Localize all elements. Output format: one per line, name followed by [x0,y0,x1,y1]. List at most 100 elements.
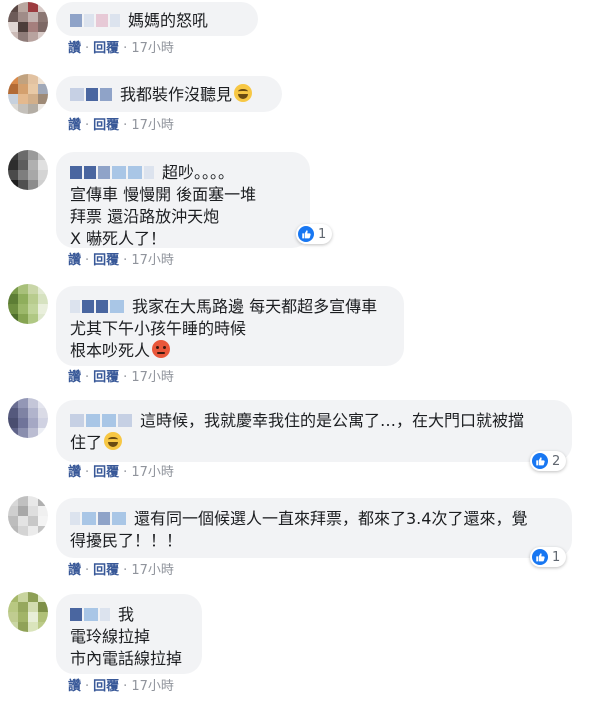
commenter-name-redacted[interactable] [70,508,128,527]
avatar-pixel [8,160,18,170]
like-button[interactable]: 讚 [68,370,81,385]
timestamp[interactable]: 17小時 [131,465,174,480]
avatar-pixel [28,428,38,438]
avatar-pixel [28,12,38,22]
redaction-block [86,414,100,427]
commenter-avatar[interactable] [8,284,48,324]
avatar-pixel [28,84,38,94]
timestamp[interactable]: 17小時 [131,679,174,694]
comment-line: 拜票 還沿路放沖天炮 [70,205,296,227]
avatar-pixel [18,398,28,408]
avatar-pixel [8,170,18,180]
avatar-pixel [28,94,38,104]
like-button[interactable]: 讚 [68,41,81,56]
avatar-pixel [18,428,28,438]
like-button[interactable]: 讚 [68,563,81,578]
commenter-avatar[interactable] [8,74,48,114]
timestamp[interactable]: 17小時 [131,118,174,133]
reaction-badge[interactable]: 2 [530,451,567,471]
reply-button[interactable]: 回覆 [93,465,119,480]
avatar-pixel [38,104,48,114]
timestamp[interactable]: 17小時 [131,41,174,56]
commenter-name-redacted[interactable] [70,296,126,315]
reaction-count: 1 [318,226,327,242]
avatar-pixel [28,294,38,304]
avatar-pixel [38,284,48,294]
reply-button[interactable]: 回覆 [93,563,119,578]
redaction-block [98,512,110,525]
comment-text: 我 [118,605,135,624]
avatar-pixel [38,526,48,536]
avatar-pixel [8,408,18,418]
commenter-avatar[interactable] [8,496,48,536]
timestamp[interactable]: 17小時 [131,253,174,268]
commenter-avatar[interactable] [8,398,48,438]
avatar-pixel [18,284,28,294]
avatar-pixel [28,160,38,170]
comment-bubble: 我電玲線拉掉市內電話線拉掉 [56,594,202,674]
avatar-pixel [38,496,48,506]
like-button[interactable]: 讚 [68,253,81,268]
timestamp[interactable]: 17小時 [131,563,174,578]
redaction-block [82,512,96,525]
separator-dot: · [85,679,90,694]
redaction-block [112,166,126,179]
comment-bubble: 還有同一個候選人一直來拜票，都來了3.4次了還來，覺 得擾民了！！！ [56,498,572,558]
redaction-block [98,166,110,179]
commenter-avatar[interactable] [8,150,48,190]
commenter-name-redacted[interactable] [70,84,114,103]
avatar-pixel [38,516,48,526]
grinning-sweat-icon [104,432,123,450]
commenter-name-redacted[interactable] [70,604,112,623]
comment-line: 這時候，我就慶幸我住的是公寓了…，在大門口就被擋 [70,409,558,431]
comment-actions: 讚 · 回覆 · 17小時 [68,370,174,386]
commenter-avatar[interactable] [8,2,48,42]
redaction-block [110,300,124,313]
reply-button[interactable]: 回覆 [93,370,119,385]
comment-bubble: 媽媽的怒吼 [56,2,258,36]
redaction-block [70,300,80,313]
avatar-pixel [38,84,48,94]
like-button[interactable]: 讚 [68,465,81,480]
avatar-pixel [38,160,48,170]
comment-bubble: 這時候，我就慶幸我住的是公寓了…，在大門口就被擋 住了 [56,400,572,462]
redaction-block [96,14,108,27]
comment-line: 住了 [70,431,558,453]
commenter-name-redacted[interactable] [70,162,156,181]
avatar-pixel [8,622,18,632]
comment-bubble: 我家在大馬路邊 每天都超多宣傳車 尤其下午小孩午睡的時候 根本吵死人 [56,286,404,366]
reaction-badge[interactable]: 1 [296,224,333,244]
reply-button[interactable]: 回覆 [93,253,119,268]
comment-line: 電玲線拉掉 [70,625,188,647]
reaction-badge[interactable]: 1 [530,547,567,567]
comment-text: 市內電話線拉掉 [70,649,183,668]
comment-actions: 讚 · 回覆 · 17小時 [68,679,174,695]
reaction-count: 1 [552,549,561,565]
redaction-block [82,300,94,313]
commenter-name-redacted[interactable] [70,10,122,29]
avatar-pixel [18,12,28,22]
like-button[interactable]: 讚 [68,118,81,133]
commenter-name-redacted[interactable] [70,410,134,429]
commenter-avatar[interactable] [8,592,48,632]
avatar-pixel [18,180,28,190]
redaction-block [102,414,116,427]
avatar-pixel [18,314,28,324]
redaction-block [96,300,108,313]
avatar-pixel [38,74,48,84]
avatar-pixel [38,180,48,190]
avatar-pixel [38,294,48,304]
comment-line: 市內電話線拉掉 [70,647,188,669]
reply-button[interactable]: 回覆 [93,41,119,56]
redaction-block [70,88,84,101]
reply-button[interactable]: 回覆 [93,118,119,133]
comment-text: 超吵。。。。 [162,163,235,182]
avatar-pixel [8,516,18,526]
avatar-pixel [18,160,28,170]
separator-dot: · [123,465,128,480]
avatar-pixel [38,304,48,314]
comment-text: 拜票 還沿路放沖天炮 [70,207,220,226]
reply-button[interactable]: 回覆 [93,679,119,694]
like-button[interactable]: 讚 [68,679,81,694]
timestamp[interactable]: 17小時 [131,370,174,385]
